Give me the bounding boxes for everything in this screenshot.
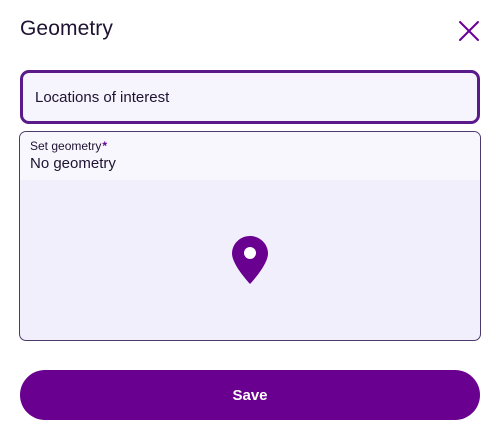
geometry-field-value: No geometry [30,155,116,172]
required-marker: * [102,139,108,153]
geometry-field-label: Set geometry* [30,139,107,153]
save-button[interactable]: Save [20,370,480,420]
geometry-field-header: Set geometry* No geometry [20,132,480,180]
close-icon [459,21,479,41]
close-button[interactable] [457,19,481,43]
dialog-title: Geometry [20,17,113,40]
geometry-label-text: Set geometry [30,139,102,153]
geometry-dialog: Geometry Set geometry* No geometry Save [0,0,500,440]
geometry-field[interactable]: Set geometry* No geometry [19,131,481,341]
name-input[interactable] [20,70,480,124]
map-pin-icon[interactable] [231,235,269,285]
